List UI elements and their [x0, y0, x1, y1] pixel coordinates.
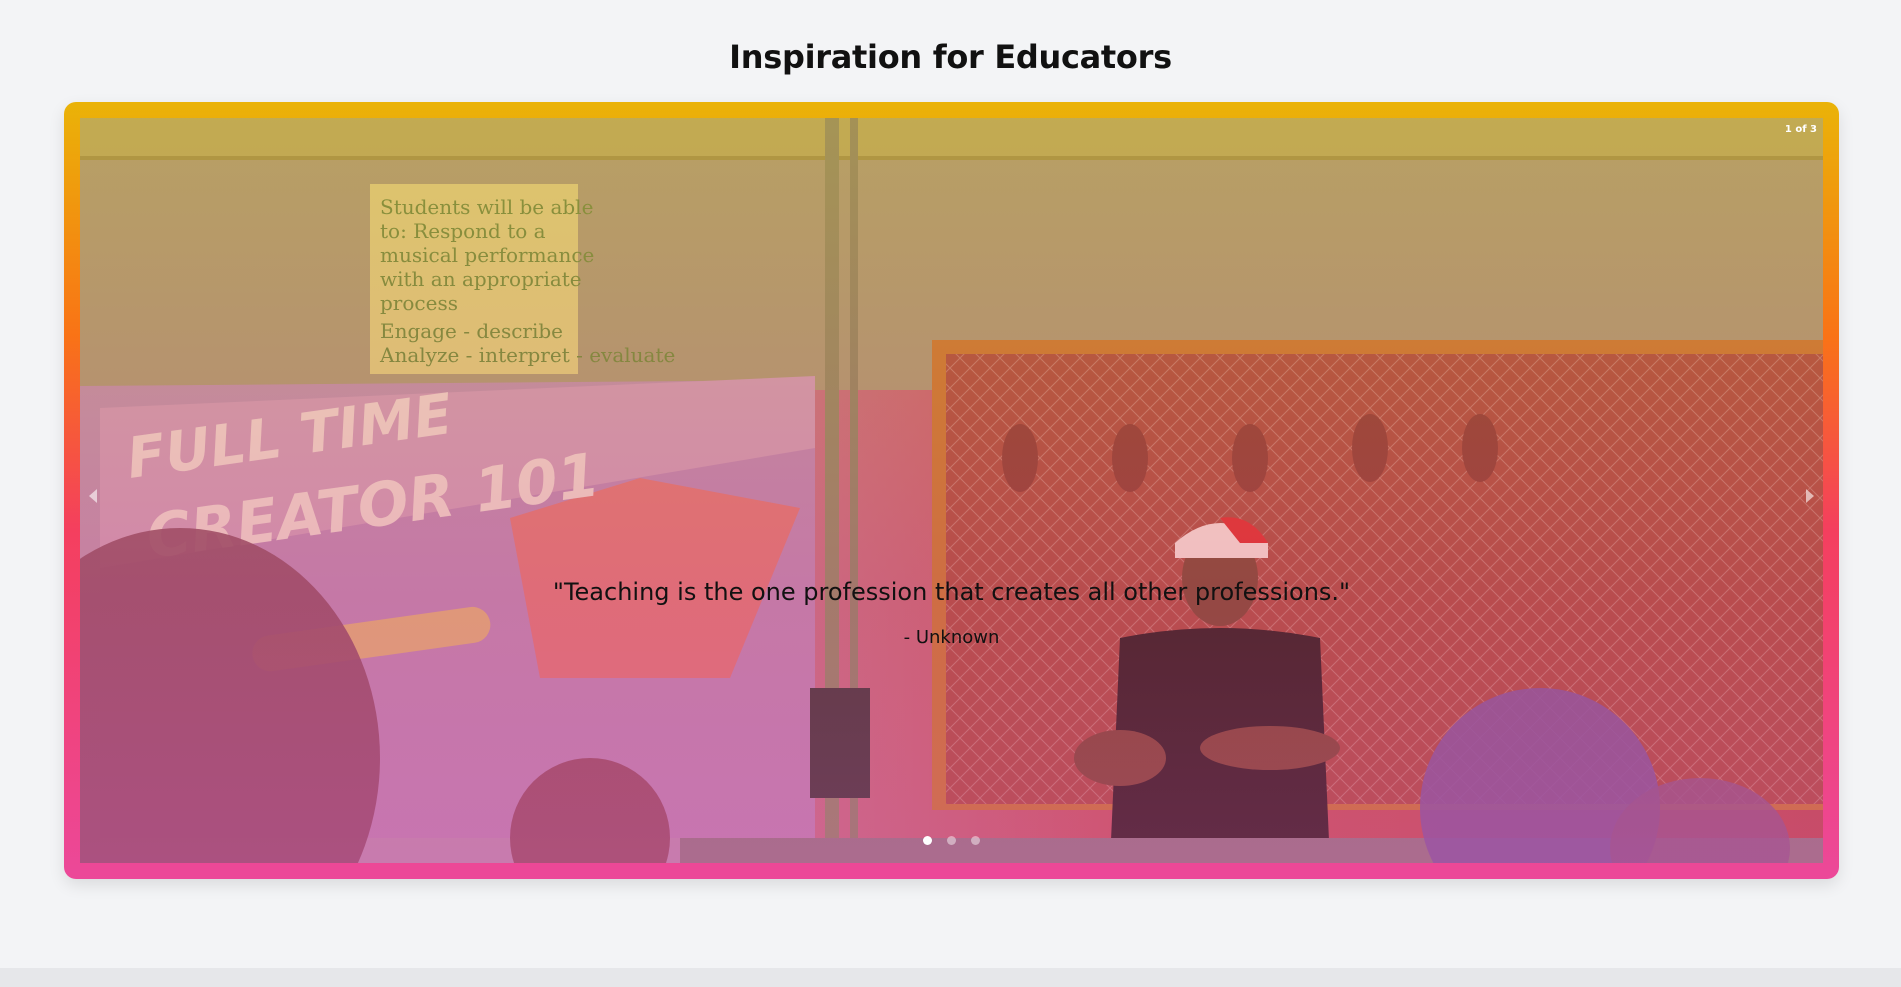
gradient-overlay [80, 118, 1823, 863]
previous-slide-button[interactable] [86, 486, 100, 506]
quote-text: "Teaching is the one profession that cre… [552, 578, 1351, 606]
chevron-left-icon [89, 489, 97, 503]
chevron-right-icon [1806, 489, 1814, 503]
quote-carousel: Students will be able to: Respond to a m… [64, 102, 1839, 879]
footer-band [0, 968, 1901, 987]
quote-attribution: - Unknown [903, 627, 1000, 648]
slide-indicators [80, 836, 1823, 845]
carousel-slide: Students will be able to: Respond to a m… [80, 118, 1823, 863]
slide-dot-2[interactable] [947, 836, 956, 845]
page-title: Inspiration for Educators [729, 38, 1172, 76]
slide-counter: 1 of 3 [1784, 124, 1817, 135]
next-slide-button[interactable] [1803, 486, 1817, 506]
slide-dot-3[interactable] [971, 836, 980, 845]
slide-dot-1[interactable] [923, 836, 932, 845]
